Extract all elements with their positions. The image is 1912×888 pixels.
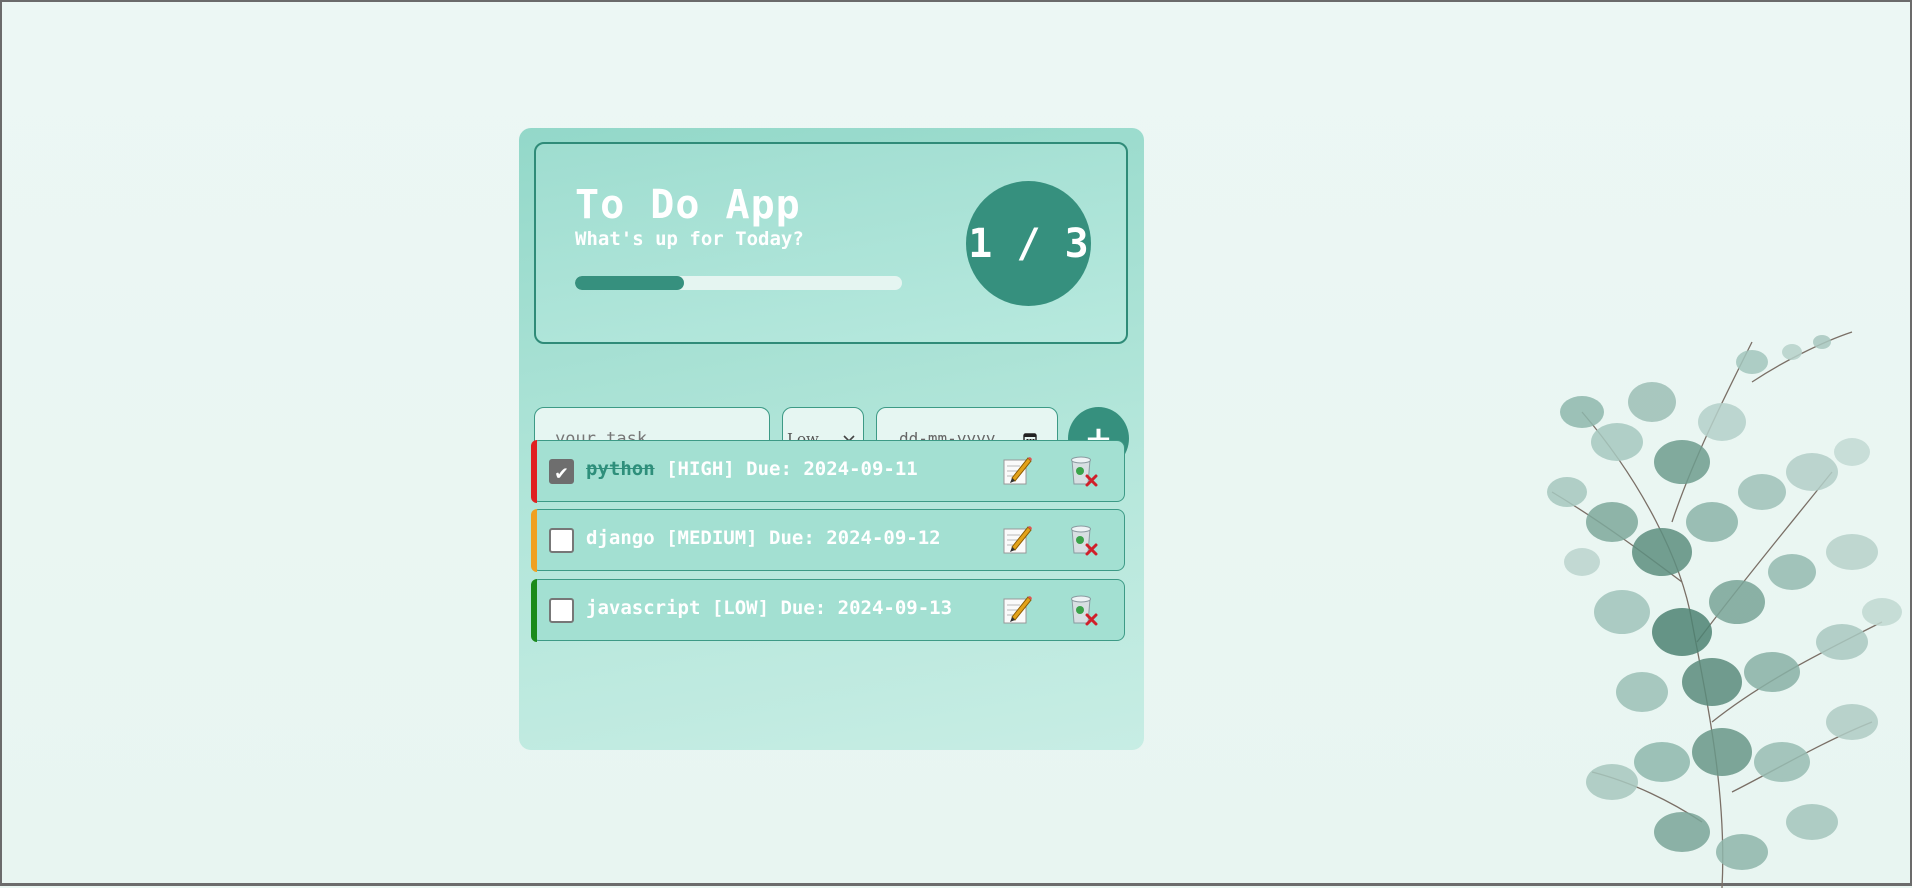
task-text: django [MEDIUM] Due: 2024-09-12 (586, 527, 941, 549)
edit-task-icon[interactable] (1002, 523, 1032, 555)
stats-header: To Do App What's up for Today? 1 / 3 (534, 142, 1128, 344)
progress-fill (575, 276, 684, 290)
app-window: To Do App What's up for Today? 1 / 3 Low… (0, 0, 1912, 888)
task-counter: 1 / 3 (966, 181, 1091, 306)
app-subtitle: What's up for Today? (575, 228, 804, 250)
task-meta: [MEDIUM] Due: 2024-09-12 (654, 527, 941, 549)
progress-bar (575, 276, 902, 290)
edit-task-icon[interactable] (1002, 454, 1032, 486)
eucalyptus-plant-decoration (1547, 331, 1902, 888)
priority-indicator (530, 439, 537, 503)
app-title: To Do App (575, 182, 801, 228)
task-checkbox[interactable]: ✔ (549, 459, 574, 484)
task-text: javascript [LOW] Due: 2024-09-13 (586, 597, 952, 619)
task-text: python [HIGH] Due: 2024-09-11 (586, 458, 918, 480)
priority-indicator (530, 508, 537, 572)
task-item: ✔ python [HIGH] Due: 2024-09-11 (530, 439, 1125, 503)
task-name: javascript (586, 597, 701, 619)
priority-indicator (530, 578, 537, 642)
delete-task-icon[interactable] (1068, 453, 1098, 487)
task-meta: [LOW] Due: 2024-09-13 (700, 597, 953, 619)
task-item: django [MEDIUM] Due: 2024-09-12 (530, 508, 1125, 572)
task-name: python (586, 458, 655, 480)
delete-task-icon[interactable] (1068, 522, 1098, 556)
delete-task-icon[interactable] (1068, 592, 1098, 626)
task-checkbox[interactable] (549, 598, 574, 623)
task-checkbox[interactable] (549, 528, 574, 553)
edit-task-icon[interactable] (1002, 593, 1032, 625)
task-meta: [HIGH] Due: 2024-09-11 (654, 458, 918, 480)
task-item: javascript [LOW] Due: 2024-09-13 (530, 578, 1125, 642)
todo-card: To Do App What's up for Today? 1 / 3 Low… (519, 128, 1144, 750)
task-name: django (586, 527, 655, 549)
